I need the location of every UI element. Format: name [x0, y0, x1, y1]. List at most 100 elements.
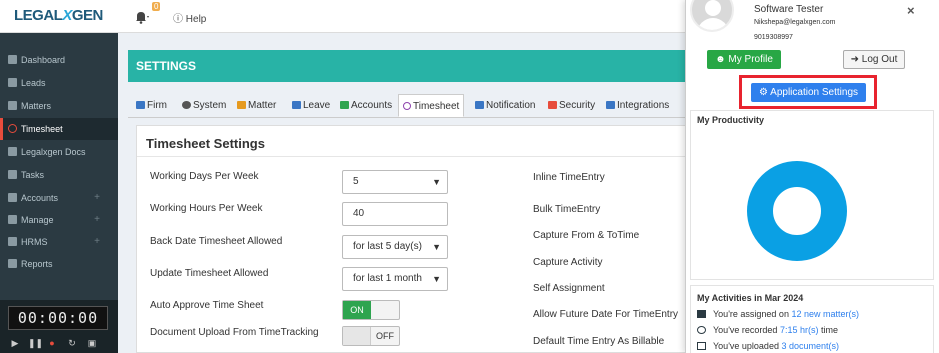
refresh-icon[interactable]: ↻ [67, 338, 77, 348]
help-link[interactable]: ⓘ Help [173, 10, 206, 25]
manage-icon [8, 215, 17, 224]
sidebar-item-leads[interactable]: Leads [0, 72, 118, 94]
tab-system[interactable]: System [178, 94, 230, 117]
dashboard-icon [8, 55, 17, 64]
update-timesheet-select[interactable]: for last 1 month ▼ [342, 267, 448, 291]
select-value: for last 5 day(s) [353, 241, 422, 252]
sidebar-item-tasks[interactable]: Tasks [0, 164, 118, 186]
clock-icon [8, 124, 17, 133]
sidebar-item-label: Matters [21, 101, 52, 111]
tab-label: Timesheet [413, 101, 460, 112]
money-icon [340, 101, 349, 109]
calendar-icon [292, 101, 301, 109]
sidebar-item-manage[interactable]: Manage + [0, 209, 118, 231]
tab-label: Matter [248, 100, 277, 111]
tab-accounts[interactable]: Accounts [336, 94, 396, 117]
bell-icon[interactable] [132, 10, 150, 24]
building-icon [136, 101, 145, 109]
productivity-title: My Productivity [697, 115, 765, 125]
chevron-down-icon: ▼ [432, 242, 441, 252]
activity-link[interactable]: 7:15 hr(s) [780, 325, 819, 335]
expand-plus-icon[interactable]: + [94, 187, 100, 209]
divider [137, 156, 687, 157]
tab-integrations[interactable]: Integrations [602, 94, 673, 117]
field-label: Default Time Entry As Billable [533, 336, 665, 347]
button-label: My Profile [728, 54, 773, 65]
productivity-donut-chart [747, 161, 847, 261]
field-label: Back Date Timesheet Allowed [150, 236, 283, 247]
tab-security[interactable]: Security [544, 94, 599, 117]
field-label: Working Hours Per Week [150, 203, 263, 214]
tab-label: System [193, 100, 227, 111]
sidebar-item-label: Accounts [21, 193, 59, 203]
button-label: Application Settings [770, 87, 859, 98]
donut-ring [747, 161, 847, 261]
sidebar-item-legalxgen-docs[interactable]: Legalxgen Docs [0, 141, 118, 163]
briefcase-icon [237, 101, 246, 109]
activity-item: You've uploaded 3 document(s) [697, 341, 839, 351]
sidebar-item-reports[interactable]: Reports [0, 253, 118, 275]
sidebar-item-label: Legalxgen Docs [21, 147, 86, 157]
timer-display: 00:00:00 [8, 306, 108, 330]
logout-button[interactable]: ➜ Log Out [843, 50, 905, 69]
activity-link[interactable]: 12 new matter(s) [791, 309, 859, 319]
tab-label: Leave [303, 100, 331, 111]
my-profile-button[interactable]: ☻ My Profile [707, 50, 781, 69]
back-date-select[interactable]: for last 5 day(s) ▼ [342, 235, 448, 259]
sidebar-item-label: Manage [21, 215, 54, 225]
tab-label: Security [559, 100, 596, 111]
tab-notification[interactable]: Notification [471, 94, 539, 117]
activity-text: You've uploaded [713, 341, 782, 351]
document-upload-toggle[interactable]: OFF [342, 326, 400, 346]
working-hours-input[interactable]: 40 [342, 202, 448, 226]
tab-leave[interactable]: Leave [288, 94, 334, 117]
notification-count-badge: 0 [152, 2, 161, 11]
tasks-icon [8, 170, 17, 179]
record-icon[interactable]: ● [47, 338, 57, 348]
app-logo[interactable]: LEGALXGEN [14, 7, 103, 24]
working-days-select[interactable]: 5 ▼ [342, 170, 448, 194]
sidebar-item-dashboard[interactable]: Dashboard [0, 49, 118, 71]
tab-timesheet[interactable]: Timesheet [398, 94, 465, 117]
button-label: Log Out [861, 54, 898, 65]
field-label: Capture From & ToTime [533, 230, 640, 241]
tab-label: Accounts [351, 100, 393, 111]
sidebar-item-hrms[interactable]: HRMS + [0, 231, 118, 253]
sidebar-item-label: Leads [21, 78, 46, 88]
activity-text: You've recorded [713, 325, 780, 335]
expand-plus-icon[interactable]: + [94, 231, 100, 253]
user-email: Nikshepa@legalxgen.com [754, 19, 836, 26]
pause-icon[interactable]: ❚❚ [28, 338, 43, 348]
close-icon[interactable]: × [907, 3, 915, 18]
activity-item: You've recorded 7:15 hr(s) time [697, 325, 838, 335]
expand-plus-icon[interactable]: + [94, 209, 100, 231]
activity-link[interactable]: 3 document(s) [781, 341, 839, 351]
tab-firm[interactable]: Firm [132, 94, 171, 117]
sidebar-item-matters[interactable]: Matters [0, 95, 118, 117]
play-icon[interactable]: ▶ [10, 338, 20, 348]
activity-suffix: time [818, 325, 838, 335]
sign-out-icon: ➜ [850, 54, 859, 65]
auto-approve-toggle[interactable]: ON [342, 300, 400, 320]
sidebar-item-timesheet[interactable]: Timesheet [0, 118, 118, 140]
application-settings-button[interactable]: ⚙ Application Settings [751, 83, 866, 102]
toggle-on-label: ON [343, 301, 371, 319]
sidebar-item-label: Reports [21, 259, 53, 269]
briefcase-icon [8, 101, 17, 110]
user-role: Software Tester [754, 4, 824, 15]
field-label: Auto Approve Time Sheet [150, 300, 264, 311]
sidebar-item-accounts[interactable]: Accounts + [0, 187, 118, 209]
save-icon[interactable]: ▣ [87, 338, 97, 348]
logo-text-x: X [62, 7, 72, 24]
sidebar-item-label: Timesheet [21, 124, 63, 134]
activity-item: You're assigned on 12 new matter(s) [697, 309, 859, 319]
chevron-down-icon: ▼ [432, 274, 441, 284]
sidebar-item-label: Dashboard [21, 55, 66, 65]
tab-matter[interactable]: Matter [233, 94, 280, 117]
activity-text: You're assigned on [713, 309, 792, 319]
user-head-shape [705, 0, 721, 16]
clock-icon [697, 326, 706, 334]
plug-icon [606, 101, 615, 109]
hrms-icon [8, 237, 17, 246]
logo-text-end: GEN [71, 7, 104, 24]
